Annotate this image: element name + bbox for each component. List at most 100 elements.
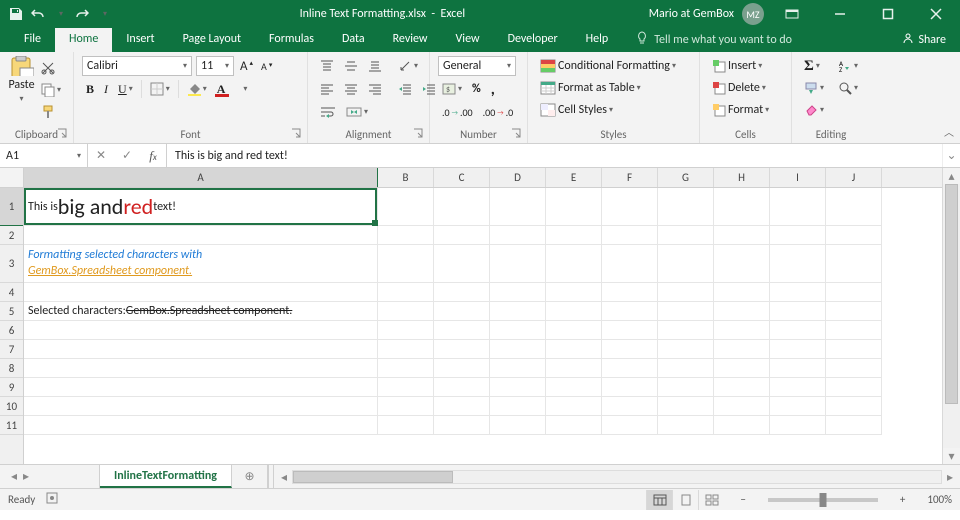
cell[interactable]	[826, 302, 882, 321]
cell[interactable]	[434, 321, 490, 340]
share-button[interactable]: Share	[888, 28, 960, 52]
cell[interactable]	[546, 340, 602, 359]
cell[interactable]	[24, 359, 378, 378]
column-header[interactable]: D	[490, 168, 546, 187]
column-header[interactable]: H	[714, 168, 770, 187]
autosum-button[interactable]: Σ▾	[800, 56, 828, 76]
cell[interactable]	[826, 321, 882, 340]
cell[interactable]	[770, 321, 826, 340]
cell[interactable]	[434, 245, 490, 283]
page-layout-view-button[interactable]	[672, 490, 698, 510]
row-header[interactable]: 5	[0, 302, 23, 321]
increase-decimal-button[interactable]: .0→.00	[438, 102, 477, 122]
row-header[interactable]: 8	[0, 359, 23, 378]
middle-align-button[interactable]	[340, 56, 362, 76]
column-header[interactable]: F	[602, 168, 658, 187]
cell[interactable]	[24, 416, 378, 435]
tab-pagelayout[interactable]: Page Layout	[169, 28, 255, 52]
tab-insert[interactable]: Insert	[112, 28, 168, 52]
cell[interactable]	[490, 378, 546, 397]
fill-color-button[interactable]: ▾	[183, 79, 211, 99]
cell[interactable]	[602, 188, 658, 226]
cell[interactable]: Selected characters: GemBox.Spreadsheet …	[24, 302, 378, 321]
cell[interactable]	[378, 397, 434, 416]
comma-button[interactable]: ,	[487, 79, 499, 99]
redo-icon[interactable]	[74, 6, 90, 22]
cell[interactable]	[658, 245, 714, 283]
cancel-formula-button[interactable]: ✕	[88, 144, 114, 168]
cell[interactable]	[770, 397, 826, 416]
cell[interactable]	[770, 340, 826, 359]
tab-developer[interactable]: Developer	[494, 28, 572, 52]
cell[interactable]	[770, 245, 826, 283]
cell[interactable]	[770, 416, 826, 435]
cell[interactable]	[490, 397, 546, 416]
tab-review[interactable]: Review	[379, 28, 442, 52]
page-break-view-button[interactable]	[698, 490, 724, 510]
fill-button[interactable]: ▾	[800, 78, 828, 98]
cell[interactable]	[434, 188, 490, 226]
cell[interactable]	[434, 397, 490, 416]
maximize-button[interactable]	[868, 0, 908, 28]
select-all-corner[interactable]	[0, 168, 23, 188]
vertical-scrollbar[interactable]: ▴ ▾	[942, 168, 960, 464]
format-as-table-button[interactable]: Format as Table▾	[536, 78, 691, 98]
cell[interactable]	[378, 416, 434, 435]
cell[interactable]	[602, 302, 658, 321]
cell[interactable]	[490, 283, 546, 302]
cell[interactable]: This is big and red text!	[24, 188, 378, 226]
cell[interactable]	[378, 321, 434, 340]
scroll-left-button[interactable]: ◂	[276, 469, 292, 485]
column-header[interactable]: A	[24, 168, 378, 187]
font-size-selector[interactable]: 11▾	[196, 56, 234, 76]
cell[interactable]	[24, 283, 378, 302]
enter-formula-button[interactable]: ✓	[114, 144, 140, 168]
underline-button[interactable]: U▾	[114, 79, 137, 99]
scroll-right-button[interactable]: ▸	[942, 469, 958, 485]
horizontal-scrollbar[interactable]: ◂ ▸	[274, 465, 960, 488]
cell[interactable]	[378, 226, 434, 245]
qat-customize-icon[interactable]	[96, 6, 112, 22]
cell[interactable]: Formatting selected characters withGemBo…	[24, 245, 378, 283]
cell[interactable]	[714, 378, 770, 397]
tab-home[interactable]: Home	[55, 28, 112, 52]
cell[interactable]	[658, 378, 714, 397]
row-header[interactable]: 4	[0, 283, 23, 302]
cell[interactable]	[434, 283, 490, 302]
row-header[interactable]: 10	[0, 397, 23, 416]
format-cells-button[interactable]: Format▾	[708, 100, 783, 120]
cell[interactable]	[770, 283, 826, 302]
cell[interactable]	[490, 302, 546, 321]
cell[interactable]	[490, 340, 546, 359]
align-right-button[interactable]	[364, 79, 386, 99]
tab-view[interactable]: View	[442, 28, 494, 52]
cell[interactable]	[602, 359, 658, 378]
user-avatar[interactable]: MZ	[742, 3, 764, 25]
save-icon[interactable]	[8, 6, 24, 22]
cell[interactable]	[24, 340, 378, 359]
undo-dropdown-icon[interactable]	[52, 6, 68, 22]
increase-font-button[interactable]: A▴	[238, 56, 255, 76]
column-header[interactable]: B	[378, 168, 434, 187]
new-sheet-button[interactable]: ⊕	[232, 465, 268, 488]
cell[interactable]	[714, 397, 770, 416]
cell[interactable]	[658, 321, 714, 340]
row-header[interactable]: 9	[0, 378, 23, 397]
cell[interactable]	[826, 359, 882, 378]
cell[interactable]	[24, 397, 378, 416]
bottom-align-button[interactable]	[364, 56, 386, 76]
tell-me-search[interactable]: Tell me what you want to do	[622, 28, 806, 52]
delete-cells-button[interactable]: Delete▾	[708, 78, 783, 98]
cell[interactable]	[602, 378, 658, 397]
scroll-down-button[interactable]: ▾	[943, 448, 960, 464]
column-header[interactable]: C	[434, 168, 490, 187]
zoom-out-button[interactable]: −	[734, 493, 751, 506]
cell[interactable]	[434, 302, 490, 321]
cell[interactable]	[658, 359, 714, 378]
cell[interactable]	[602, 245, 658, 283]
formula-bar[interactable]: This is big and red text!	[167, 144, 942, 167]
cell[interactable]	[826, 416, 882, 435]
cell[interactable]	[714, 283, 770, 302]
name-box[interactable]: A1▾	[0, 144, 88, 167]
cell[interactable]	[546, 245, 602, 283]
